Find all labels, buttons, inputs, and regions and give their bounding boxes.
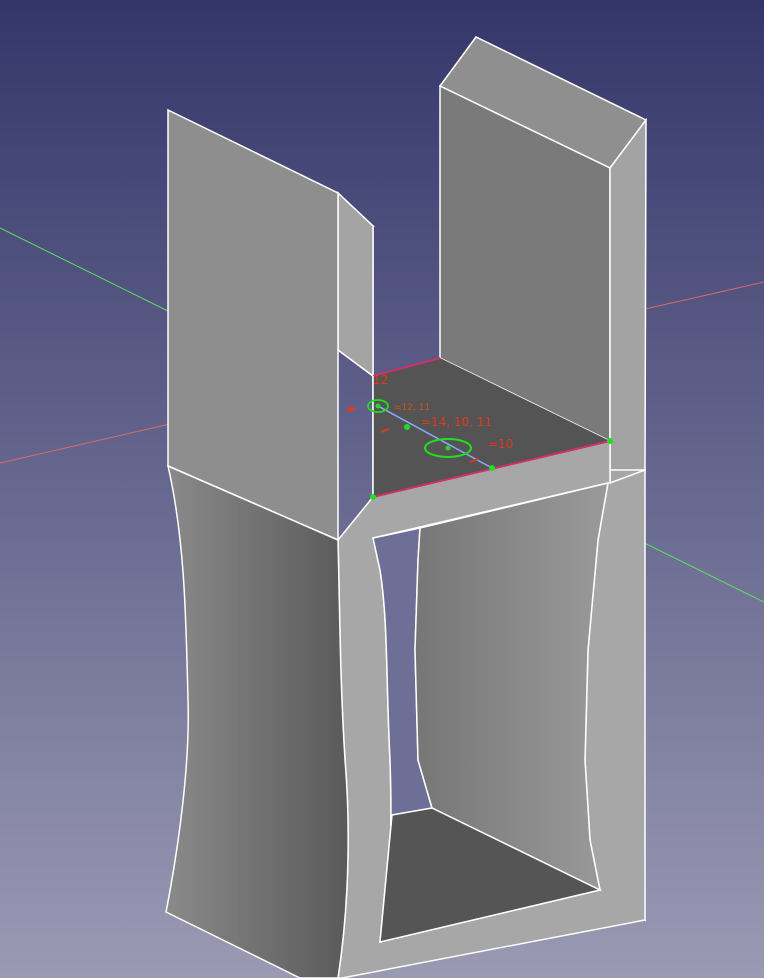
constraint-label[interactable]: 12 [373, 373, 388, 387]
constraint-label[interactable]: =12, 11 [394, 403, 430, 413]
3d-scene[interactable]: 12 =12, 11 =14, 10, 11 =10 [0, 0, 764, 978]
sketch-point[interactable] [489, 465, 495, 471]
3d-viewport[interactable]: 12 =12, 11 =14, 10, 11 =10 [0, 0, 764, 978]
sketch-point[interactable] [607, 438, 613, 444]
left-lower-outer-face[interactable] [165, 464, 349, 978]
right-wall-end-face[interactable] [609, 117, 647, 485]
sketch-point[interactable] [404, 424, 410, 430]
constraint-label[interactable]: =10 [488, 437, 513, 451]
sketch-point[interactable] [370, 494, 376, 500]
sketch-point[interactable] [375, 403, 381, 409]
left-wall-end-face[interactable] [337, 191, 374, 378]
symmetry-centre-point [445, 445, 451, 451]
constraint-label[interactable]: =14, 10, 11 [421, 415, 492, 429]
